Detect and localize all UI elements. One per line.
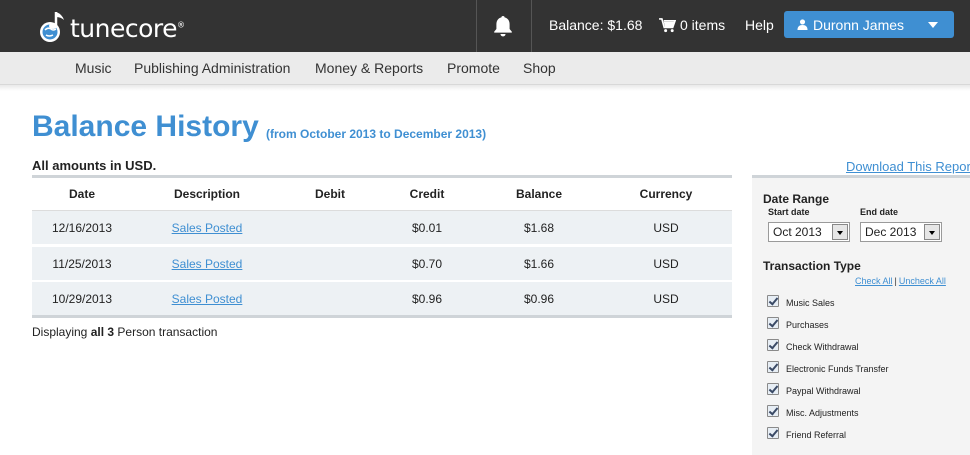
- end-date-select[interactable]: Dec 2013: [860, 222, 942, 242]
- cart-link[interactable]: 0 items: [659, 17, 725, 33]
- cell-credit: $0.01: [411, 221, 443, 235]
- check-withdrawal-checkbox[interactable]: [767, 339, 779, 351]
- tunecore-logo[interactable]: tunecore®: [36, 6, 185, 46]
- check-all-link[interactable]: Check All: [855, 276, 893, 286]
- paypal-withdrawal-checkbox[interactable]: [767, 383, 779, 395]
- table-row: [32, 282, 732, 315]
- nav-item-promote[interactable]: Promote: [447, 60, 500, 76]
- eft-label: Electronic Funds Transfer: [786, 364, 889, 374]
- cell-balance: $1.66: [523, 257, 555, 271]
- download-report-link[interactable]: Download This Report: [846, 159, 970, 174]
- uncheck-all-link[interactable]: Uncheck All: [899, 276, 946, 286]
- amounts-note: All amounts in USD.: [32, 158, 157, 173]
- date-range-heading: Date Range: [763, 192, 830, 206]
- check-links: Check All | Uncheck All: [855, 276, 946, 286]
- divider: [476, 0, 477, 52]
- dropdown-arrow-icon: [924, 224, 940, 240]
- cell-description-link[interactable]: Sales Posted: [157, 292, 257, 306]
- column-header-debit: Debit: [315, 187, 345, 201]
- notifications-bell-icon[interactable]: [491, 14, 515, 38]
- transaction-type-heading: Transaction Type: [763, 259, 861, 273]
- nav-item-shop[interactable]: Shop: [523, 60, 556, 76]
- cell-description-link[interactable]: Sales Posted: [157, 221, 257, 235]
- misc-adjustments-checkbox[interactable]: [767, 405, 779, 417]
- cell-date: 12/16/2013: [51, 221, 113, 235]
- music-sales-checkbox[interactable]: [767, 295, 779, 307]
- divider: [531, 0, 532, 52]
- cart-count: 0 items: [680, 17, 726, 33]
- table-top-border: [32, 175, 732, 178]
- friend-referral-label: Friend Referral: [786, 430, 847, 440]
- transaction-count-note: Displaying all 3 Person transaction: [32, 325, 218, 339]
- start-date-value: Oct 2013: [773, 225, 822, 239]
- page-title: Balance History: [32, 110, 259, 143]
- nav-item-publishing-administration[interactable]: Publishing Administration: [134, 60, 290, 76]
- paypal-withdrawal-label: Paypal Withdrawal: [786, 386, 861, 396]
- cart-icon: [659, 17, 676, 32]
- chevron-down-icon: [928, 22, 938, 28]
- cell-currency: USD: [653, 221, 679, 235]
- cell-date: 10/29/2013: [51, 292, 113, 306]
- cell-description-link[interactable]: Sales Posted: [157, 257, 257, 271]
- nav-shadow: [0, 85, 970, 91]
- cell-currency: USD: [653, 292, 679, 306]
- user-name: Duronn James: [813, 16, 905, 33]
- top-bar: tunecore® Balance: $1.68 0 items Help Du…: [0, 0, 970, 52]
- account-balance[interactable]: Balance: $1.68: [549, 17, 642, 33]
- eft-checkbox[interactable]: [767, 361, 779, 373]
- page-subtitle: (from October 2013 to December 2013): [266, 127, 487, 141]
- cell-date: 11/25/2013: [52, 257, 112, 271]
- music-sales-label: Music Sales: [786, 298, 835, 308]
- table-row: [32, 247, 732, 280]
- dropdown-arrow-icon: [832, 224, 848, 240]
- column-header-currency: Currency: [639, 187, 693, 201]
- column-header-date: Date: [68, 187, 95, 201]
- column-header-description: Description: [173, 187, 240, 201]
- check-withdrawal-label: Check Withdrawal: [786, 342, 859, 352]
- user-menu-button[interactable]: Duronn James: [784, 11, 954, 38]
- logo-text: tunecore®: [70, 13, 185, 43]
- tunecore-logo-icon: [40, 12, 64, 42]
- purchases-label: Purchases: [786, 320, 829, 330]
- table-bottom-border: [32, 315, 732, 318]
- cell-balance: $0.96: [523, 292, 555, 306]
- user-icon: [797, 19, 808, 30]
- filter-panel: [752, 175, 970, 455]
- column-header-credit: Credit: [409, 187, 445, 201]
- nav-item-music[interactable]: Music: [75, 60, 112, 76]
- end-date-value: Dec 2013: [865, 225, 917, 239]
- end-date-label: End date: [860, 207, 899, 217]
- friend-referral-checkbox[interactable]: [767, 427, 779, 439]
- help-link[interactable]: Help: [745, 17, 774, 33]
- purchases-checkbox[interactable]: [767, 317, 779, 329]
- nav-item-money-reports[interactable]: Money & Reports: [315, 60, 423, 76]
- cell-credit: $0.70: [411, 257, 443, 271]
- start-date-select[interactable]: Oct 2013: [768, 222, 850, 242]
- column-header-balance: Balance: [515, 187, 563, 201]
- table-row: [32, 211, 732, 244]
- misc-adjustments-label: Misc. Adjustments: [786, 408, 859, 418]
- cell-currency: USD: [653, 257, 679, 271]
- cell-balance: $1.68: [523, 221, 555, 235]
- start-date-label: Start date: [768, 207, 810, 217]
- main-nav: Music Publishing Administration Money & …: [0, 52, 970, 85]
- cell-credit: $0.96: [411, 292, 443, 306]
